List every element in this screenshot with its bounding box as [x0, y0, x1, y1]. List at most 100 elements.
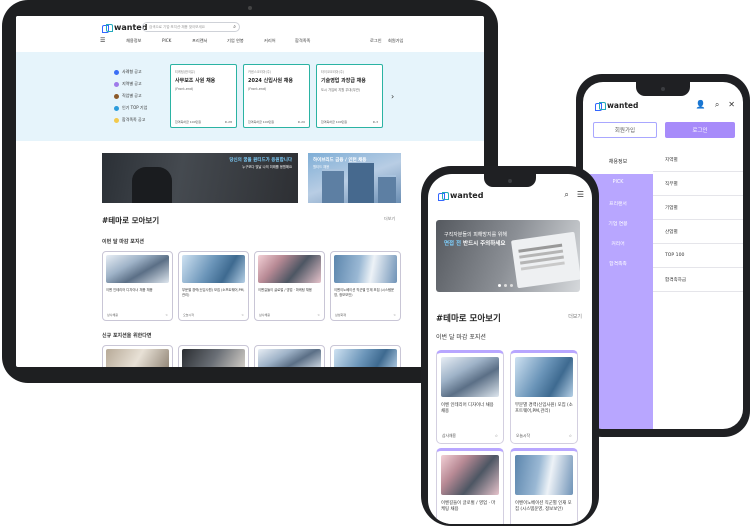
nav-item-pick[interactable]: PICK — [162, 38, 171, 43]
side-label: 지역별 공고 — [122, 81, 142, 86]
search-placeholder: 검색으로 기업·포지션·채용 찾아보세요 — [149, 25, 205, 29]
wanted-logo[interactable]: wanted — [438, 191, 483, 201]
nav-signup-link[interactable]: 회원가입 — [388, 38, 403, 44]
hero-job-card[interactable]: 타이코코리아(주) 기술영업 과장급 채용 도시 가입비 지원 우대(무관) 합… — [316, 64, 383, 128]
side-item[interactable]: 지역별 공고 — [114, 78, 147, 90]
hamburger-icon[interactable]: ☰ — [100, 37, 105, 44]
more-link[interactable]: 더보기 — [568, 313, 582, 320]
hero-section: 사례형 공고 지역별 공고 직업별 공고 인기 TOP 기업 합격족족 공고 티… — [16, 52, 484, 141]
job-company: 오늘시작 — [183, 313, 195, 317]
side-item[interactable]: 합격족족 공고 — [114, 114, 147, 126]
hero-job-card[interactable]: 티케팅(한국유) 사무보조 사원 채용 (Front-end) 합격축하금 10… — [170, 64, 237, 128]
job-card[interactable]: 이벤이노베이션 직군별 인재 모집 (시스템운영, 정보보안) 삼성화재 ☆ — [330, 251, 401, 321]
card-reward: 합격축하금 100만원 — [321, 120, 347, 124]
card-dday: D-28 — [224, 120, 232, 124]
hero-side-menu: 사례형 공고 지역별 공고 직업별 공고 인기 TOP 기업 합격족족 공고 — [114, 66, 147, 126]
header-icons: 👤 ⌕ ✕ — [696, 100, 735, 110]
notice-banner[interactable]: 구직자분들의 피해방지를 위해 면접 전 반드시 주의하세요 — [436, 220, 580, 292]
job-image — [334, 349, 397, 367]
job-card[interactable]: 이벤 인테리어 디자이너 채용 채용 상사채용 ☆ — [102, 251, 173, 321]
side-item[interactable]: 인기 TOP 기업 — [114, 102, 147, 114]
job-card[interactable]: 부문별 경력(신입사원) 모집 (소프트웨어,PM,관리) 오늘시작 ☆ — [510, 350, 578, 444]
search-icon[interactable]: ⌕ — [233, 24, 236, 30]
job-card[interactable] — [330, 345, 401, 367]
job-image — [106, 255, 169, 283]
nav-item-jobs[interactable]: 채용정보 — [126, 38, 141, 44]
search-icon[interactable]: ⌕ — [564, 190, 568, 200]
banner-text: 반드시 주의하세요 — [463, 241, 506, 247]
star-icon[interactable]: ☆ — [317, 313, 320, 317]
card-company: 카센스코리아(주) — [248, 70, 272, 74]
submenu-item-industry[interactable]: 산업별 — [653, 220, 743, 244]
job-image — [441, 455, 499, 495]
more-link[interactable]: 더보기 — [384, 216, 395, 222]
job-footer: 삼사채용 ☆ — [442, 433, 498, 439]
nav-item-salary[interactable]: 기업 연봉 — [227, 38, 244, 44]
wanted-logo-icon — [438, 191, 449, 201]
submenu-item-company[interactable]: 기업별 — [653, 196, 743, 220]
wanted-logo[interactable]: wanted — [102, 23, 147, 33]
building-icon — [114, 105, 119, 111]
user-icon[interactable]: 👤 — [696, 100, 706, 110]
signup-button[interactable]: 회원가입 — [593, 122, 657, 138]
job-company: 상사채용 — [107, 313, 119, 317]
hero-job-card[interactable]: 카센스코리아(주) 2024 신입사원 채용 (Front-end) 합격축하금… — [243, 64, 310, 128]
card-footer: 합격축하금 100만원 D-20 — [248, 120, 305, 124]
star-icon[interactable]: ☆ — [393, 313, 396, 317]
star-icon[interactable]: ☆ — [165, 313, 168, 317]
banner-line2: 면접 전 반드시 주의하세요 — [444, 239, 505, 247]
job-footer: 삼사채용 ☆ — [259, 313, 320, 317]
submenu-item-role[interactable]: 직무별 — [653, 172, 743, 196]
submenu-list: 지역별 직무별 기업별 산업별 TOP 100 합격족하금 — [653, 148, 743, 292]
side-item[interactable]: 사례형 공고 — [114, 66, 147, 78]
close-icon[interactable]: ✕ — [728, 100, 735, 110]
card-sub: 도시 가입비 지원 우대(무관) — [321, 88, 361, 92]
banner-highlight: 면접 전 — [444, 241, 462, 247]
side-item[interactable]: 직업별 공고 — [114, 90, 147, 102]
nav-login-link[interactable]: 로그인 — [370, 38, 382, 44]
job-image — [441, 357, 499, 397]
search-icon[interactable]: ⌕ — [715, 100, 719, 110]
login-button[interactable]: 로그인 — [665, 122, 735, 138]
submenu-item-region[interactable]: 지역별 — [653, 148, 743, 172]
chevron-right-icon[interactable]: › — [391, 92, 394, 101]
star-icon[interactable]: ☆ — [569, 433, 572, 439]
nav-item-career[interactable]: 커리어 — [264, 38, 276, 44]
document-illustration — [510, 231, 580, 289]
job-card[interactable] — [254, 345, 325, 367]
job-card[interactable]: 이벤이노베이션 직군별 인재 모집 (시스템운영, 정보보안) — [510, 448, 578, 524]
wanted-logo[interactable]: wanted — [595, 101, 638, 111]
job-card[interactable]: 이벤길들이 글로벌 / 영업 · 마케팅 채용 삼사채용 ☆ — [254, 251, 325, 321]
job-company: 삼사채용 — [442, 433, 456, 438]
promo-banner[interactable]: 하이브리드 금융 / 인턴 채용 원티드 채용 — [308, 153, 401, 203]
nav-item-passed[interactable]: 합격족족 — [295, 38, 310, 44]
job-image — [515, 455, 573, 495]
nav-item-freelancer[interactable]: 프리랜서 — [192, 38, 207, 44]
dot-icon — [114, 69, 119, 75]
job-card[interactable]: 이벤길들이 글로벌 / 영업 · 마케팅 채용 — [436, 448, 504, 524]
phone-center-frame: wanted ⌕ ☰ 구직자분들의 피해방지를 위해 면접 전 반드시 주의하세… — [421, 166, 599, 526]
camera-dot — [508, 179, 512, 183]
job-card[interactable]: 부문별 경력(신입사원) 모집 (소프트웨어,PM,관리) 오늘시작 ☆ — [178, 251, 249, 321]
card-footer: 합격축하금 100만원 D-28 — [175, 120, 232, 124]
dot-icon — [114, 81, 119, 87]
wanted-logo-icon — [102, 23, 113, 33]
job-card[interactable] — [102, 345, 173, 367]
menu-item-jobs[interactable]: 채용정보 — [583, 148, 653, 174]
carousel-dots[interactable] — [498, 284, 513, 287]
section-title: #테마로 모아보기 — [436, 314, 501, 324]
job-footer: 상사채용 ☆ — [107, 313, 168, 317]
building-illustration — [322, 169, 344, 203]
hamburger-icon[interactable]: ☰ — [577, 190, 584, 200]
submenu-item-reward[interactable]: 합격족하금 — [653, 268, 743, 292]
banner-line1: 구직자분들의 피해방지를 위해 — [444, 232, 507, 238]
star-icon[interactable]: ☆ — [241, 313, 244, 317]
job-card[interactable]: 이벤 인테리어 디자이너 채용 채용 삼사채용 ☆ — [436, 350, 504, 444]
search-input[interactable]: 검색으로 기업·포지션·채용 찾아보세요 ⌕ — [142, 22, 240, 32]
job-footer: 삼성화재 ☆ — [335, 313, 396, 317]
camera-dot — [248, 6, 252, 10]
star-icon[interactable]: ☆ — [495, 433, 498, 439]
submenu-item-top100[interactable]: TOP 100 — [653, 244, 743, 268]
job-card[interactable] — [178, 345, 249, 367]
promo-banner[interactable]: 당신의 꿈을 원티드가 응원합니다 누구보다 빛날 나의 미래를 응원해요 — [102, 153, 298, 203]
